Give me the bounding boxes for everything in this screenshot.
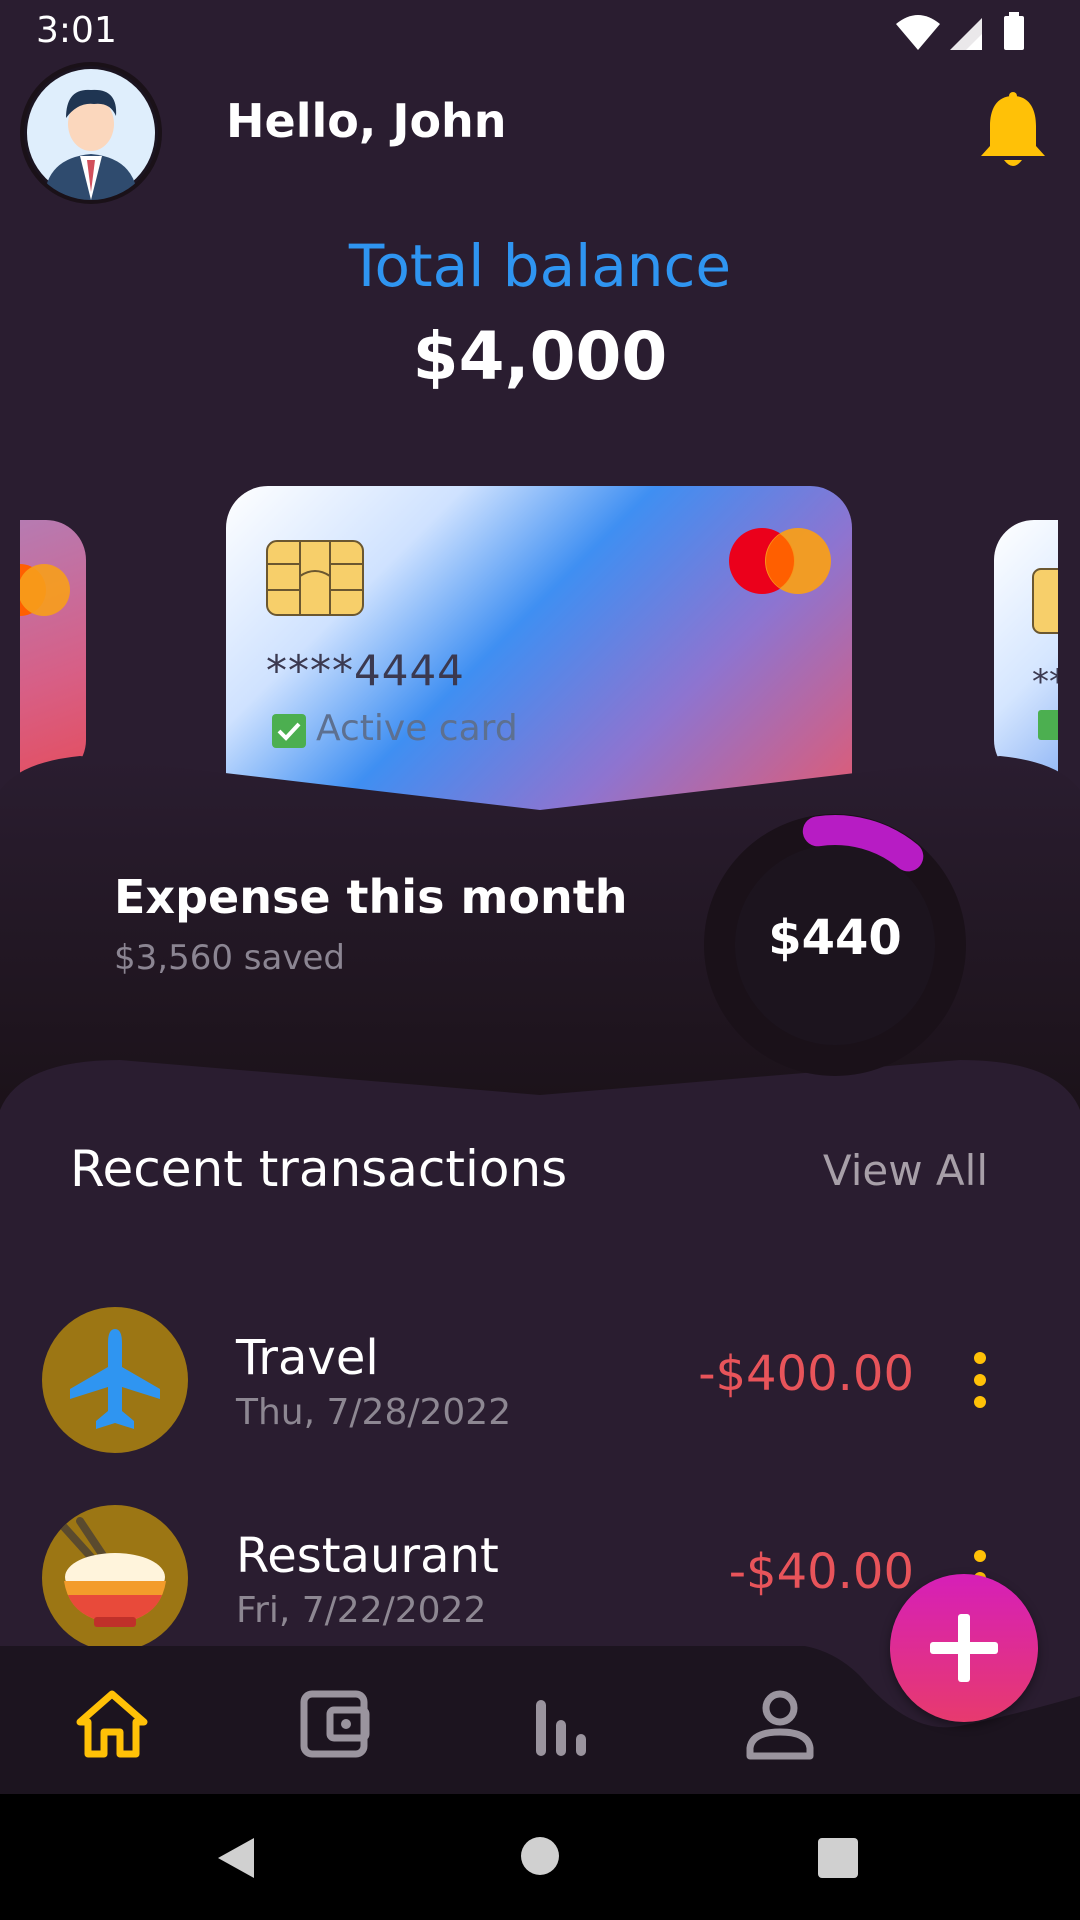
battery-icon <box>1004 16 1024 50</box>
transaction-name: Travel <box>236 1330 379 1386</box>
transaction-amount: -$40.00 <box>728 1544 914 1600</box>
transaction-amount: -$400.00 <box>698 1346 914 1402</box>
greeting-text: Hello, John <box>226 94 507 148</box>
card-previous[interactable] <box>20 520 86 780</box>
check-icon <box>1038 710 1058 740</box>
status-time: 3:01 <box>36 10 117 51</box>
notification-bell-icon[interactable] <box>978 92 1048 174</box>
status-icons <box>896 12 1024 50</box>
more-options-icon[interactable] <box>970 1350 990 1410</box>
card-chip-icon <box>1032 568 1058 634</box>
expense-saved: $3,560 saved <box>114 938 345 978</box>
wifi-icon <box>896 15 940 50</box>
recents-icon[interactable] <box>818 1838 858 1878</box>
total-balance-label: Total balance <box>348 232 732 300</box>
system-navigation-bar <box>0 1794 1080 1920</box>
card-number-partial: ** <box>1032 662 1058 702</box>
transaction-date: Thu, 7/28/2022 <box>236 1392 512 1433</box>
nav-wallet-icon[interactable] <box>296 1686 376 1762</box>
card-logo-icon <box>20 564 70 616</box>
avatar[interactable] <box>20 62 162 204</box>
nav-profile-icon[interactable] <box>740 1686 820 1762</box>
nav-stats-icon[interactable] <box>520 1686 600 1762</box>
transaction-row[interactable]: Travel Thu, 7/28/2022 -$400.00 <box>0 1300 1080 1470</box>
card-number: ****4444 <box>266 646 465 695</box>
check-icon <box>272 714 306 748</box>
total-balance-value: $4,000 <box>412 318 668 395</box>
add-transaction-button[interactable] <box>890 1574 1038 1722</box>
card-status: Active card <box>316 708 518 749</box>
rice-bowl-icon <box>42 1505 188 1651</box>
transaction-date: Fri, 7/22/2022 <box>236 1590 487 1631</box>
expense-amount: $440 <box>768 910 902 966</box>
home-circle-icon[interactable] <box>520 1836 560 1876</box>
view-all-link[interactable]: View All <box>823 1146 988 1195</box>
card-chip-icon <box>266 540 364 616</box>
nav-home-icon[interactable] <box>72 1686 152 1762</box>
expense-title: Expense this month <box>114 870 628 924</box>
back-icon[interactable] <box>214 1834 258 1882</box>
transaction-name: Restaurant <box>236 1528 499 1584</box>
airplane-icon <box>42 1307 188 1453</box>
plus-icon <box>930 1614 998 1682</box>
user-avatar-icon <box>27 69 155 200</box>
recent-transactions-title: Recent transactions <box>70 1140 568 1198</box>
mastercard-logo-icon <box>729 528 831 594</box>
card-next[interactable]: ** <box>994 520 1058 780</box>
